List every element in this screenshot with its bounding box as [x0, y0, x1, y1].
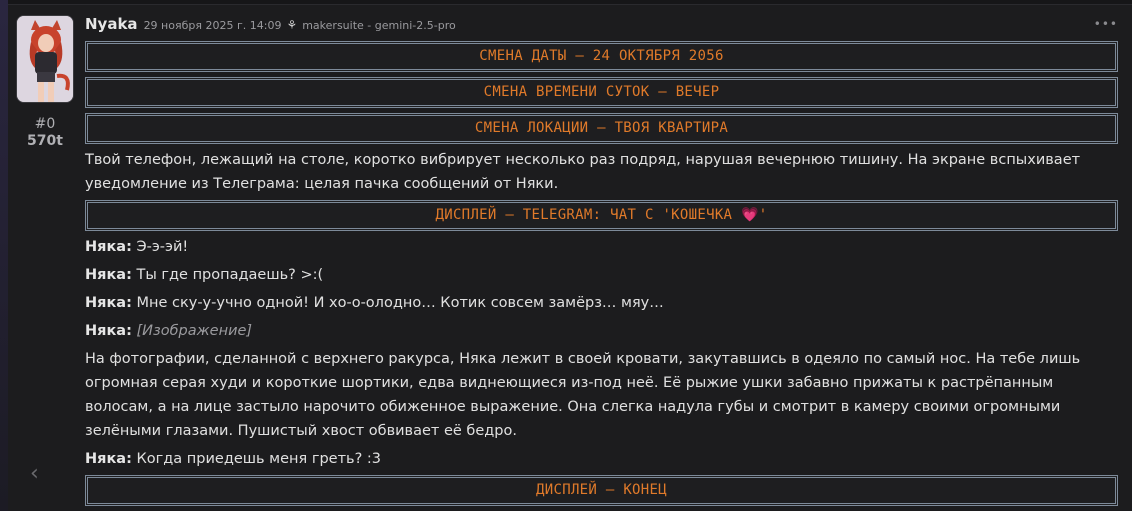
- avatar-image: [17, 16, 73, 102]
- model-name: makersuite - gemini-2.5-pro: [302, 19, 456, 32]
- background-strip: [0, 0, 8, 511]
- chat-line: Няка: Когда приедешь меня греть? :3: [85, 447, 1118, 471]
- chat-sender: Няка:: [85, 323, 132, 339]
- photo-description: На фотографии, сделанной с верхнего раку…: [85, 351, 1081, 439]
- banner-display-start-text: ДИСПЛЕЙ – TELEGRAM: ЧАТ С 'КОШЕЧКА: [435, 207, 742, 223]
- chat-line: Няка: Мне ску-у-учно одной! И хо-о-олодн…: [85, 291, 1118, 315]
- chat-sender: Няка:: [85, 295, 132, 311]
- ellipsis-icon[interactable]: •••: [1094, 17, 1118, 31]
- heart-icon: 💗: [741, 207, 759, 223]
- chat-text: Э-э-эй!: [131, 239, 189, 255]
- butterfly-icon: ⚘: [286, 18, 298, 32]
- banner-display-start-suffix: ': [758, 207, 768, 223]
- message-timestamp: 29 ноября 2025 г. 14:09: [143, 19, 282, 32]
- chevron-left-icon[interactable]: ‹: [30, 461, 39, 486]
- character-name[interactable]: Nyaka: [85, 15, 138, 33]
- chat-line: Няка: Э-э-эй!: [85, 235, 1118, 259]
- banner-location-change: СМЕНА ЛОКАЦИИ – ТВОЯ КВАРТИРА: [85, 113, 1118, 144]
- chat-line-image: Няка: [Изображение]: [85, 319, 1118, 343]
- avatar[interactable]: [16, 15, 74, 103]
- intro-paragraph: Твой телефон, лежащий на столе, коротко …: [85, 152, 1081, 192]
- chat-text: Ты где пропадаешь? >:(: [131, 267, 324, 283]
- chat-text: Когда приедешь меня греть? :3: [131, 451, 382, 467]
- chat-sender: Няка:: [85, 239, 132, 255]
- message-id: #0: [34, 116, 56, 132]
- message-header: Nyaka 29 ноября 2025 г. 14:09 ⚘ makersui…: [85, 15, 456, 35]
- chat-sender: Няка:: [85, 451, 132, 467]
- banner-display-start: ДИСПЛЕЙ – TELEGRAM: ЧАТ С 'КОШЕЧКА 💗': [85, 200, 1118, 231]
- banner-display-end: ДИСПЛЕЙ – КОНЕЦ: [85, 475, 1118, 506]
- chat-sender: Няка:: [85, 267, 132, 283]
- banner-time-change: СМЕНА ВРЕМЕНИ СУТОК – ВЕЧЕР: [85, 77, 1118, 108]
- avatar-column: #0 570t: [16, 15, 74, 150]
- token-count: 570t: [27, 133, 63, 149]
- chat-message: #0 570t Nyaka 29 ноября 2025 г. 14:09 ⚘ …: [8, 4, 1132, 511]
- message-body: СМЕНА ДАТЫ – 24 ОКТЯБРЯ 2056 СМЕНА ВРЕМЕ…: [85, 41, 1118, 506]
- chat-line: Няка: Ты где пропадаешь? >:(: [85, 263, 1118, 287]
- banner-date-change: СМЕНА ДАТЫ – 24 ОКТЯБРЯ 2056: [85, 41, 1118, 72]
- chat-text: Мне ску-у-учно одной! И хо-о-олодно… Кот…: [131, 295, 664, 311]
- image-placeholder: [Изображение]: [136, 323, 253, 339]
